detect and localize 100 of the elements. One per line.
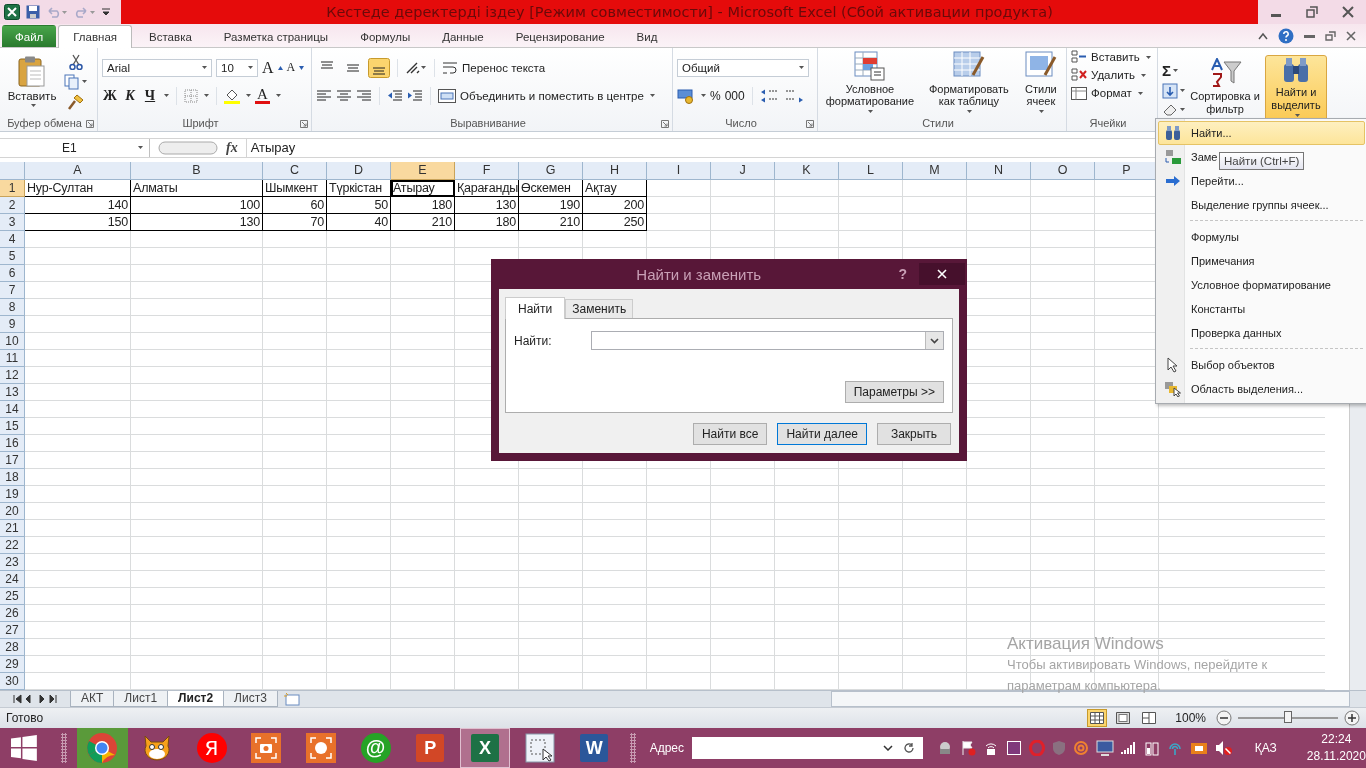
normal-view-button[interactable] (1087, 708, 1108, 727)
column-header[interactable]: D (327, 161, 391, 180)
menu-item[interactable]: Перейти... (1159, 171, 1244, 191)
address-field[interactable] (692, 737, 923, 759)
conditional-formatting-button[interactable]: Условное форматирование (822, 50, 918, 114)
text-orientation-icon[interactable] (405, 60, 427, 75)
percent-button[interactable]: % (710, 88, 721, 103)
find-field[interactable] (591, 331, 944, 350)
name-box[interactable]: E1 (0, 138, 150, 157)
fill-down-icon[interactable] (1162, 82, 1178, 99)
zoom-level[interactable]: 100% (1175, 710, 1206, 725)
italic-button[interactable]: К (122, 87, 138, 104)
copy-icon[interactable] (64, 73, 80, 90)
column-header[interactable]: C (263, 161, 327, 180)
menu-item[interactable]: Константы (1159, 299, 1246, 319)
sheet-tab[interactable]: АКТ (70, 690, 115, 707)
wireless-icon[interactable] (1166, 740, 1183, 756)
dialog-launcher-icon[interactable] (806, 119, 814, 128)
format-as-table-button[interactable]: Форматировать как таблицу (921, 50, 1016, 114)
dialog-launcher-icon[interactable] (661, 119, 669, 128)
customize-toolbar-icon[interactable] (102, 7, 110, 17)
help-button[interactable]: ? (898, 266, 907, 282)
dialog-launcher-icon[interactable] (300, 119, 308, 128)
at-sign-icon[interactable] (1072, 740, 1089, 756)
excel-logo-icon[interactable] (4, 4, 20, 20)
powerpoint-icon[interactable]: P (416, 734, 445, 762)
zoom-slider-thumb[interactable] (1284, 710, 1292, 723)
underline-button[interactable]: Ч (142, 87, 158, 104)
column-header[interactable]: L (839, 161, 903, 180)
dialog-launcher-icon[interactable] (86, 119, 94, 128)
menu-item[interactable]: Найти... (1158, 121, 1365, 145)
align-right-icon[interactable] (356, 88, 372, 103)
ribbon-tab[interactable]: Данные (427, 25, 499, 48)
menu-item[interactable]: Формулы (1159, 227, 1239, 247)
column-header[interactable]: A (25, 161, 131, 180)
file-tab[interactable]: Файл (2, 25, 57, 48)
collapse-ribbon-icon[interactable] (1258, 31, 1268, 40)
taskbar-button[interactable]: X (459, 728, 511, 768)
dialog-button[interactable]: Найти далее (777, 423, 867, 445)
font-name-field[interactable]: Arial (102, 58, 212, 77)
increase-indent-icon[interactable] (407, 88, 423, 103)
dialog-button[interactable]: Найти все (692, 423, 768, 445)
taskbar-button[interactable]: P (404, 728, 456, 768)
merge-center-button[interactable]: Объединить и поместить в центре (438, 88, 655, 103)
clock-time[interactable]: 22:24 (1321, 731, 1352, 748)
column-header[interactable]: B (131, 161, 263, 180)
flag-icon[interactable] (959, 740, 976, 756)
taskbar-button[interactable]: Я (186, 728, 237, 768)
column-header[interactable]: G (519, 161, 583, 180)
ribbon-tab[interactable]: Разметка страницы (208, 25, 344, 48)
snipping-tool-icon[interactable] (524, 733, 555, 763)
speaker-muted-icon[interactable] (1214, 740, 1233, 756)
delete-cells-button[interactable]: Удалить (1071, 68, 1146, 83)
ribbon-tab[interactable]: Вид (621, 25, 673, 48)
screen-share-icon[interactable] (1189, 740, 1208, 756)
dialog-button[interactable]: Закрыть (877, 423, 951, 445)
format-painter-icon[interactable] (67, 93, 84, 110)
menu-item[interactable]: Условное форматирование (1159, 275, 1331, 295)
dialog-tab[interactable]: Найти (505, 297, 566, 319)
insert-cells-button[interactable]: Вставить (1071, 50, 1151, 65)
decrease-decimal-icon[interactable] (783, 87, 804, 104)
sheet-tab[interactable]: Лист1 (113, 690, 169, 707)
column-header[interactable]: N (967, 161, 1031, 180)
taskbar-button[interactable] (76, 728, 128, 768)
grow-font-button[interactable]: A (262, 58, 283, 77)
column-header[interactable]: K (775, 161, 839, 180)
language-indicator[interactable]: ҚАЗ (1254, 741, 1277, 755)
help-icon[interactable] (1278, 27, 1294, 44)
onenote-icon[interactable] (1005, 740, 1022, 756)
thousands-button[interactable]: 000 (724, 88, 745, 103)
column-header[interactable]: M (903, 161, 967, 180)
sheet-tab[interactable]: Лист3 (223, 690, 278, 707)
record-icon[interactable] (305, 733, 336, 763)
menu-item[interactable]: Проверка данных (1159, 323, 1282, 343)
dialog-tab[interactable]: Заменить (565, 299, 634, 318)
restore-icon[interactable] (1306, 6, 1318, 18)
zoom-out-icon[interactable] (1216, 709, 1232, 726)
battery-icon[interactable] (1143, 740, 1160, 756)
windows-start-icon[interactable] (11, 735, 37, 761)
column-header[interactable]: O (1031, 161, 1095, 180)
camera-icon[interactable] (251, 733, 282, 763)
menu-item[interactable]: Выбор объектов (1159, 355, 1275, 375)
taskbar-button[interactable]: W (569, 728, 620, 768)
bold-button[interactable]: Ж (102, 87, 118, 104)
close-icon[interactable] (1346, 30, 1356, 41)
close-button[interactable] (919, 263, 965, 285)
align-left-icon[interactable] (316, 88, 332, 103)
menu-item[interactable]: Выделение группы ячеек... (1159, 195, 1329, 215)
decrease-indent-icon[interactable] (387, 88, 403, 103)
signal-icon[interactable] (1120, 741, 1137, 755)
excel-icon[interactable]: X (470, 734, 499, 762)
autosum-button[interactable]: Σ (1162, 61, 1171, 79)
ribbon-tab[interactable]: Вставка (134, 25, 207, 48)
align-bottom-icon[interactable] (368, 57, 390, 78)
column-header[interactable]: J (711, 161, 775, 180)
restore-icon[interactable] (1325, 30, 1336, 41)
sheet-tab[interactable]: Лист2 (167, 690, 225, 707)
menu-item[interactable]: Область выделения... (1159, 379, 1304, 399)
shrink-font-button[interactable]: A (286, 60, 305, 76)
clock-date[interactable]: 28.11.2020 (1306, 748, 1366, 765)
